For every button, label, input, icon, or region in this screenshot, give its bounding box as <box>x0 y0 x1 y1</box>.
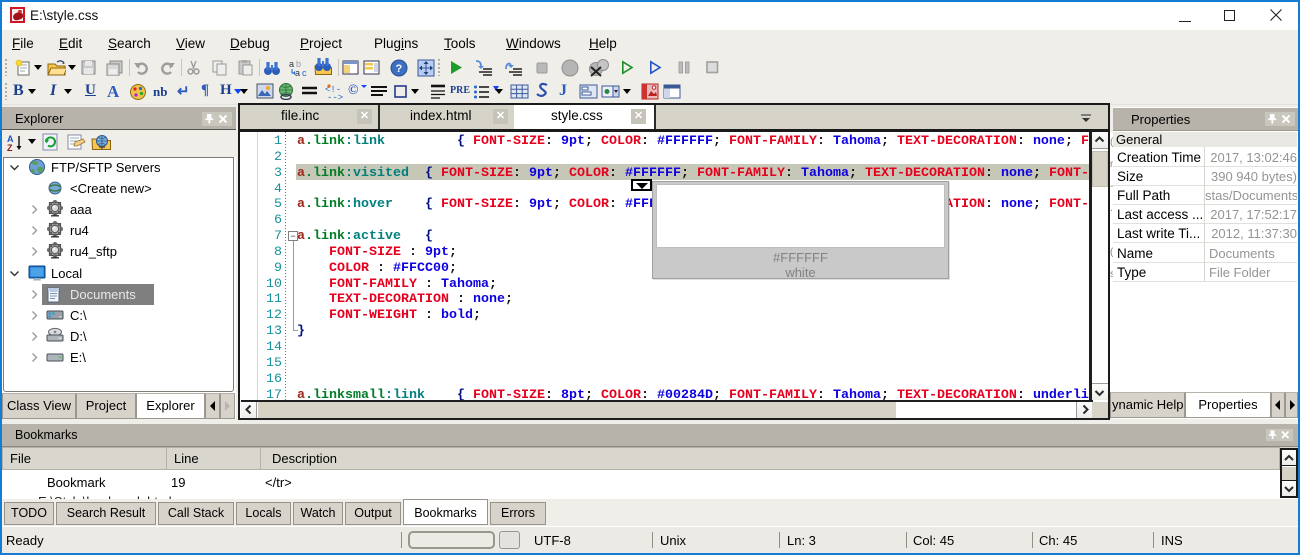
svg-text:a: a <box>289 59 294 69</box>
svg-text:?: ? <box>396 63 403 75</box>
svg-text:a: a <box>295 68 300 77</box>
svg-text:-->: --> <box>327 93 343 101</box>
svg-text:Z: Z <box>7 143 13 153</box>
svg-text:c: c <box>302 68 307 77</box>
